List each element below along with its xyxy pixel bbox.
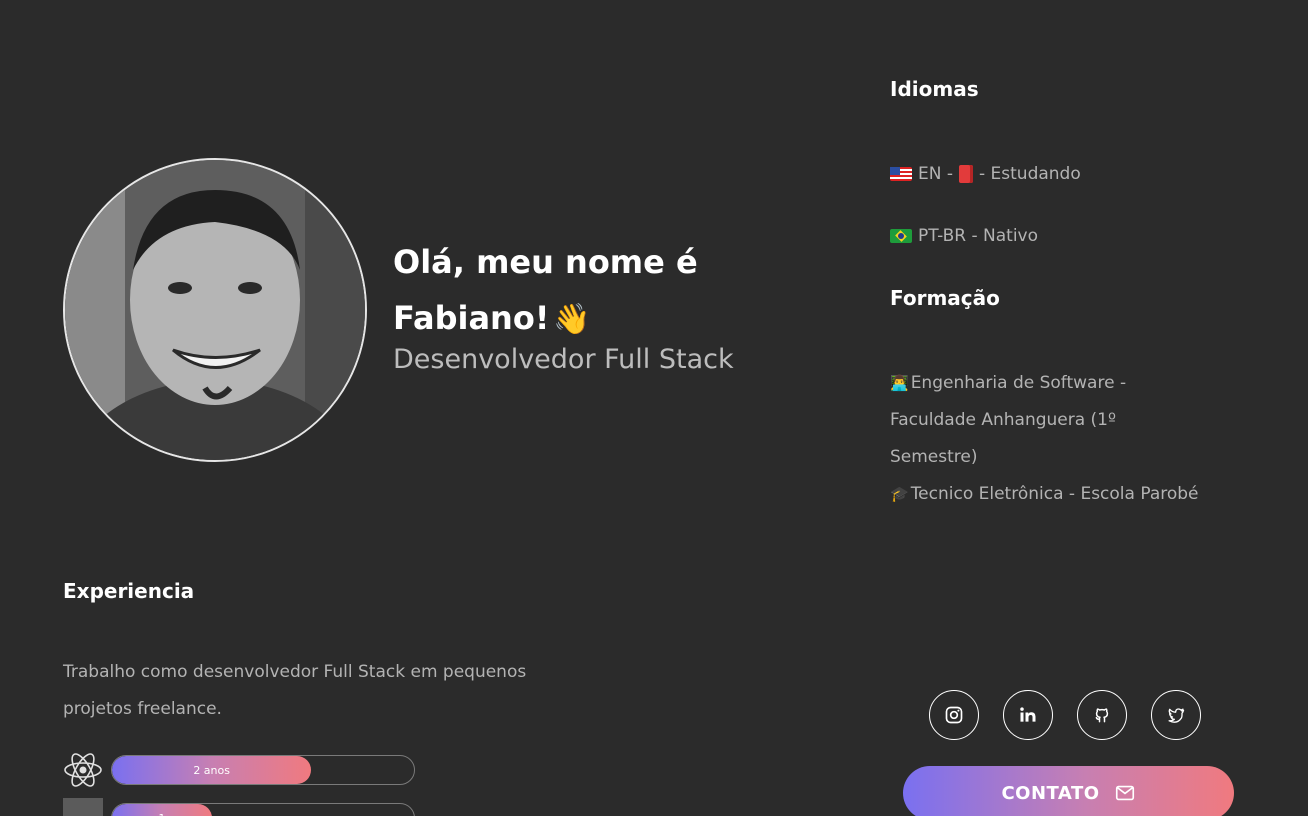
waving-hand-icon: 👋 [553,302,591,337]
language-en-prefix: EN - [918,164,953,184]
instagram-button[interactable] [929,690,979,740]
us-flag-icon [890,167,912,181]
experience-title: Experiencia [63,579,195,603]
skill-progress-fill: 2 anos [112,756,312,784]
experience-description: Trabalho como desenvolvedor Full Stack e… [63,662,527,719]
language-item-en: EN - - Estudando [890,164,1081,184]
red-book-icon [959,165,973,183]
education-item: 🎓 Tecnico Eletrônica - Escola Parobé [890,476,1200,513]
education-title: Formação [890,286,1000,310]
graduation-cap-icon: 🎓 [890,485,909,503]
education-item-text: Engenharia de Software - Faculdade Anhan… [890,373,1127,467]
profile-photo [63,158,367,462]
hero-role: Desenvolvedor Full Stack [393,344,734,375]
education-item: 👨‍💻 Engenharia de Software - Faculdade An… [890,365,1200,476]
technologist-icon: 👨‍💻 [890,374,909,392]
skill-progress-bar: 1 [111,803,415,816]
twitter-icon [1168,708,1185,723]
profile-photo-image [65,160,365,460]
skill-row-react: 2 anos [63,750,415,790]
twitter-button[interactable] [1151,690,1201,740]
portfolio-page: Olá, meu nome é Fabiano! 👋 Desenvolvedor … [0,0,1308,816]
linkedin-icon [1020,707,1036,722]
education-list: 👨‍💻 Engenharia de Software - Faculdade An… [890,365,1200,513]
social-links [929,690,1201,740]
languages-title: Idiomas [890,77,979,101]
contact-button[interactable]: CONTATO [903,766,1234,816]
skill-progress-bar: 2 anos [111,755,415,785]
hero-greeting: Olá, meu nome é Fabiano! 👋 [393,234,733,348]
language-pt-text: PT-BR - Nativo [918,226,1039,246]
linkedin-button[interactable] [1003,690,1053,740]
github-icon [1095,708,1109,723]
skill-row-2: 1 [63,798,415,816]
language-item-pt: PT-BR - Nativo [890,226,1038,246]
greeting-line-2: Fabiano! 👋 [393,290,733,348]
skill-progress-label: 1 [158,812,165,816]
skill-progress-label: 2 anos [193,763,230,777]
github-button[interactable] [1077,690,1127,740]
greeting-name: Fabiano! [393,299,550,337]
contact-button-label: CONTATO [1001,782,1100,804]
skill-icon [63,798,103,816]
language-en-status: - Estudando [979,164,1081,184]
mail-icon [1115,785,1134,801]
education-item-text: Tecnico Eletrônica - Escola Parobé [910,484,1199,504]
instagram-icon [945,706,963,724]
br-flag-icon [890,229,912,243]
react-icon [63,750,103,790]
skill-progress-fill: 1 [112,804,212,816]
greeting-line-1: Olá, meu nome é [393,243,698,281]
